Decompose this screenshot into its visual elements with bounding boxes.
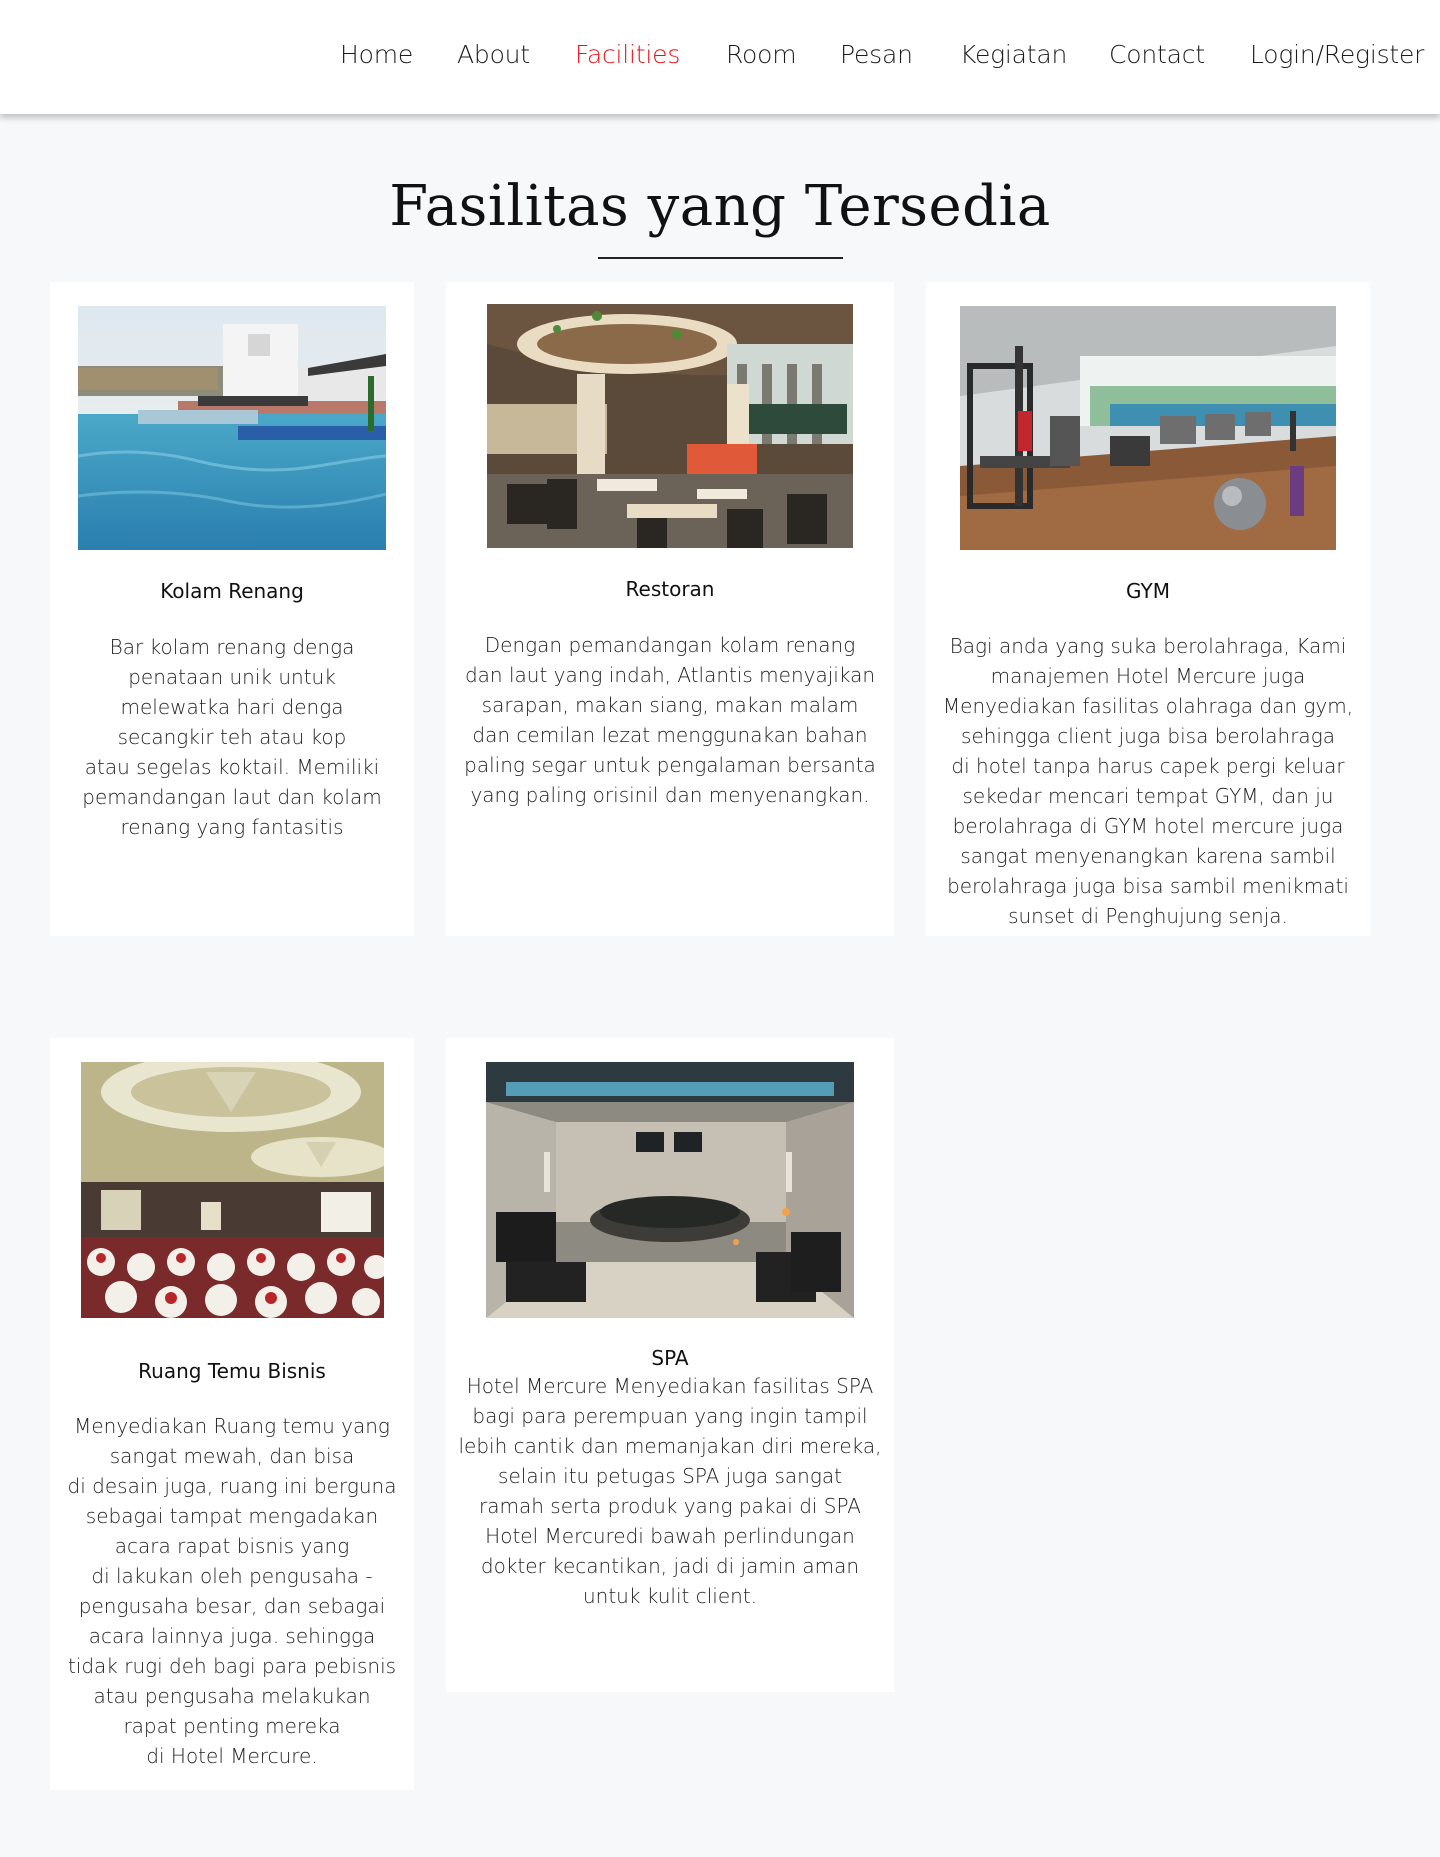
facility-title: Kolam Renang [160,579,304,603]
spa-pool-photo [486,1062,854,1318]
facility-description: Bagi anda yang suka berolahraga, Kami ma… [942,634,1354,928]
nav-link-about[interactable]: About [457,38,530,72]
page-title: Fasilitas yang Tersedia [389,174,1051,239]
facility-title: Ruang Temu Bisnis [138,1359,326,1383]
facility-card-spa: SPA Hotel Mercure Menyediakan fasilitas … [446,1038,894,1692]
nav-link-facilities[interactable]: Facilities [575,38,680,72]
facility-title: GYM [1126,579,1170,603]
facility-description: Menyediakan Ruang temu yang sangat mewah… [67,1414,397,1768]
rooftop-pool-photo [78,306,386,550]
nav-link-contact[interactable]: Contact [1109,38,1205,72]
facility-description: Bar kolam renang denga penataan unik unt… [82,635,382,839]
nav-link-home[interactable]: Home [340,38,413,72]
facility-title: SPA [651,1346,689,1370]
facility-description: Hotel Mercure Menyediakan fasilitas SPA … [458,1374,882,1608]
restaurant-interior-photo [487,304,853,548]
top-navbar: Home About Facilities Room Pesan Kegiata… [0,0,1440,114]
nav-link-kegiatan[interactable]: Kegiatan [960,38,1067,72]
facility-card-gym: GYM Bagi anda yang suka berolahraga, Kam… [926,282,1370,936]
facility-description: Dengan pemandangan kolam renang dan laut… [464,633,876,807]
facility-title: Restoran [625,577,715,601]
facility-card-pool: Kolam Renang Bar kolam renang denga pena… [50,282,414,936]
title-underline [598,257,843,259]
facility-card-meeting-room: Ruang Temu Bisnis Menyediakan Ruang temu… [50,1038,414,1790]
nav-link-pesan[interactable]: Pesan [840,38,913,72]
nav-link-room[interactable]: Room [726,38,797,72]
ballroom-photo [81,1062,384,1318]
nav-link-login-register[interactable]: Login/Register [1250,38,1424,72]
facility-card-restaurant: Restoran Dengan pemandangan kolam renang… [446,282,894,936]
gym-equipment-photo [960,306,1336,550]
